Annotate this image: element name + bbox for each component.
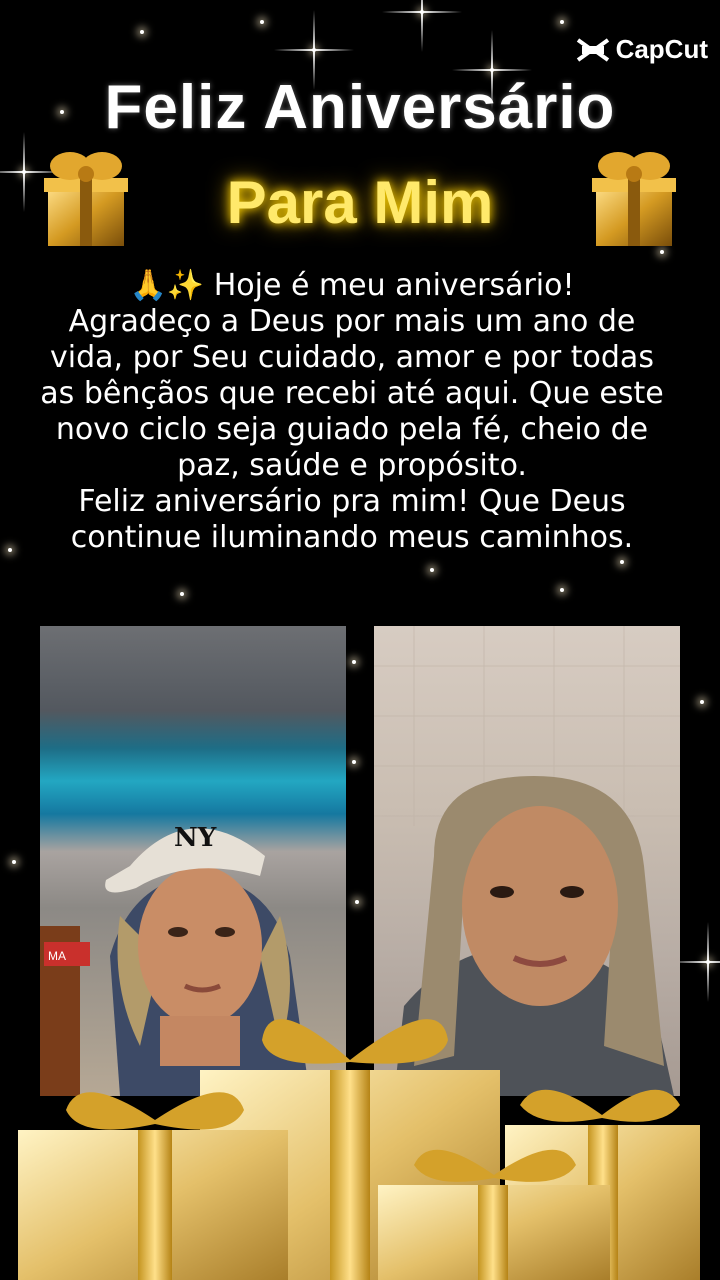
sparkle xyxy=(620,560,624,564)
sparkle xyxy=(560,588,564,592)
sparkle xyxy=(560,20,564,24)
birthday-card: CapCut Feliz Aniversário Para Mim 🙏✨ Hoj… xyxy=(0,0,720,1280)
gift-boxes-decoration xyxy=(18,1019,700,1280)
sparkle xyxy=(355,900,359,904)
message-line: novo ciclo seja guiado pela fé, cheio de xyxy=(55,412,649,447)
message-line: Feliz aniversário pra mim! Que Deus xyxy=(78,484,626,519)
sparkle xyxy=(700,700,704,704)
message-line: as bênçãos que recebi até aqui. Que este xyxy=(40,376,664,411)
sparkle xyxy=(180,592,184,596)
birthday-message: 🙏✨ Hoje é meu aniversário! Agradeço a De… xyxy=(12,268,692,556)
cap-logo-text: NY xyxy=(174,823,217,853)
sparkle xyxy=(352,760,356,764)
message-line: paz, saúde e propósito. xyxy=(177,448,527,483)
message-line: 🙏✨ Hoje é meu aniversário! xyxy=(129,268,575,303)
sparkle xyxy=(312,48,316,52)
sparkle xyxy=(420,10,424,14)
sparkle xyxy=(352,660,356,664)
sparkle xyxy=(706,960,710,964)
message-line: continue iluminando meus caminhos. xyxy=(70,520,634,555)
page-title: Feliz Aniversário xyxy=(104,73,616,142)
sparkle xyxy=(260,20,264,24)
sparkle xyxy=(660,250,664,254)
sign-text: MA xyxy=(48,949,66,963)
capcut-watermark: CapCut xyxy=(576,34,708,65)
capcut-brand-text: CapCut xyxy=(615,34,708,64)
message-line: Agradeço a Deus por mais um ano de xyxy=(68,304,636,339)
sparkle xyxy=(430,568,434,572)
gift-box-icon xyxy=(592,152,676,246)
sparkle xyxy=(12,860,16,864)
sparkle xyxy=(140,30,144,34)
capcut-logo-icon xyxy=(576,37,609,62)
message-line: vida, por Seu cuidado, amor e por todas xyxy=(50,340,654,375)
gift-box-icon xyxy=(44,152,128,246)
